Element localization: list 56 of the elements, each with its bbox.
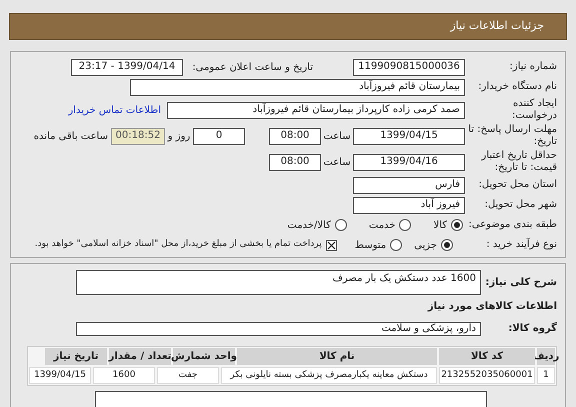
table-cell: دستکش معاینه یکبارمصرف پزشکی بسته نایلونی بکر xyxy=(221,367,437,384)
field-label: شهر محل تحویل: xyxy=(484,199,557,211)
section-heading: اطلاعات کالاهای مورد نیاز xyxy=(426,300,557,314)
creator-field: صمد کرمی زاده کارپرداز بیمارستان قائم فیروزآباد xyxy=(167,102,465,118)
table-cell: 1399/04/15 xyxy=(29,367,91,384)
column-header: کد کالا xyxy=(439,348,535,365)
field-label: شرح کلی نیاز: xyxy=(484,276,557,290)
radio-button[interactable] xyxy=(399,219,412,231)
page-title: جزئیات اطلاعات نیاز xyxy=(450,18,544,34)
column-header: تعداد / مقدار xyxy=(109,348,171,365)
field-label: ساعت xyxy=(322,156,352,170)
field-label: حداقل تاریخ اعتبار قیمت: تا تاریخ: xyxy=(480,150,557,174)
need-number-field: 1199090815000036 xyxy=(353,58,465,76)
radio-label: خدمت xyxy=(368,218,396,232)
field-label: تاریخ و ساعت اعلان عمومی: xyxy=(191,60,313,74)
field-label: نوع فرآیند خرید : xyxy=(485,239,557,251)
table-cell: 2132552035060001 xyxy=(439,367,535,384)
field-label: روز و xyxy=(166,130,192,144)
date-field: 1399/04/15 xyxy=(353,128,465,144)
radio-button[interactable] xyxy=(441,239,453,251)
time-field: 08:00 xyxy=(269,154,321,170)
city-field: فیروز آباد xyxy=(353,196,465,214)
column-header: تاریخ نیاز xyxy=(45,348,107,365)
days-field: 0 xyxy=(193,128,245,144)
goods-group-field: دارو، پزشکی و سلامت xyxy=(76,322,481,336)
field-label: شماره نیاز: xyxy=(508,61,557,73)
field-label: نام دستگاه خریدار: xyxy=(477,81,557,93)
checkbox[interactable] xyxy=(326,240,337,250)
table-cell: 1 xyxy=(537,367,555,384)
field-label: ایجاد کننده درخواست: xyxy=(511,98,557,122)
time-field: 08:00 xyxy=(269,128,321,144)
remaining-time-field: 00:18:52 xyxy=(111,128,165,144)
radio-button[interactable] xyxy=(390,239,402,251)
buyer-field: بیمارستان قائم فیروزآباد xyxy=(130,78,465,96)
table-cell: جفت xyxy=(157,367,219,384)
date-field: 1399/04/16 xyxy=(353,154,465,170)
radio-label: جزیی xyxy=(414,238,437,252)
radio-button[interactable] xyxy=(451,219,463,231)
province-field: فارس xyxy=(353,176,465,194)
field-label: گروه کالا: xyxy=(507,323,557,335)
description-field: 1600 عدد دستکش یک بار مصرف xyxy=(76,270,481,295)
field-label: ساعت xyxy=(322,130,352,144)
field-label: مهلت ارسال پاسخ: تا تاریخ: xyxy=(467,124,557,148)
field-label: طبقه بندی موضوعی: xyxy=(468,219,557,231)
radio-label: متوسط xyxy=(354,238,386,252)
table-cell: 1600 xyxy=(93,367,155,384)
radio-label: کالا xyxy=(433,218,447,232)
buyer-contact-link[interactable]: اطلاعات تماس خریدار xyxy=(68,102,161,118)
column-header: واحد شمارش xyxy=(173,348,235,365)
field-label: استان محل تحویل: xyxy=(478,179,557,191)
column-header: نام کالا xyxy=(237,348,437,365)
field-label: ساعت باقی مانده xyxy=(34,130,108,144)
radio-label: کالا/خدمت xyxy=(287,218,331,232)
announce-date-field: 1399/04/14 - 23:17 xyxy=(71,58,183,76)
radio-button[interactable] xyxy=(334,219,347,231)
checkbox-label: پرداخت تمام یا بخشی از مبلغ خرید،از محل "اسناد خزانه اسلامی" خواهد بود. xyxy=(34,238,322,252)
